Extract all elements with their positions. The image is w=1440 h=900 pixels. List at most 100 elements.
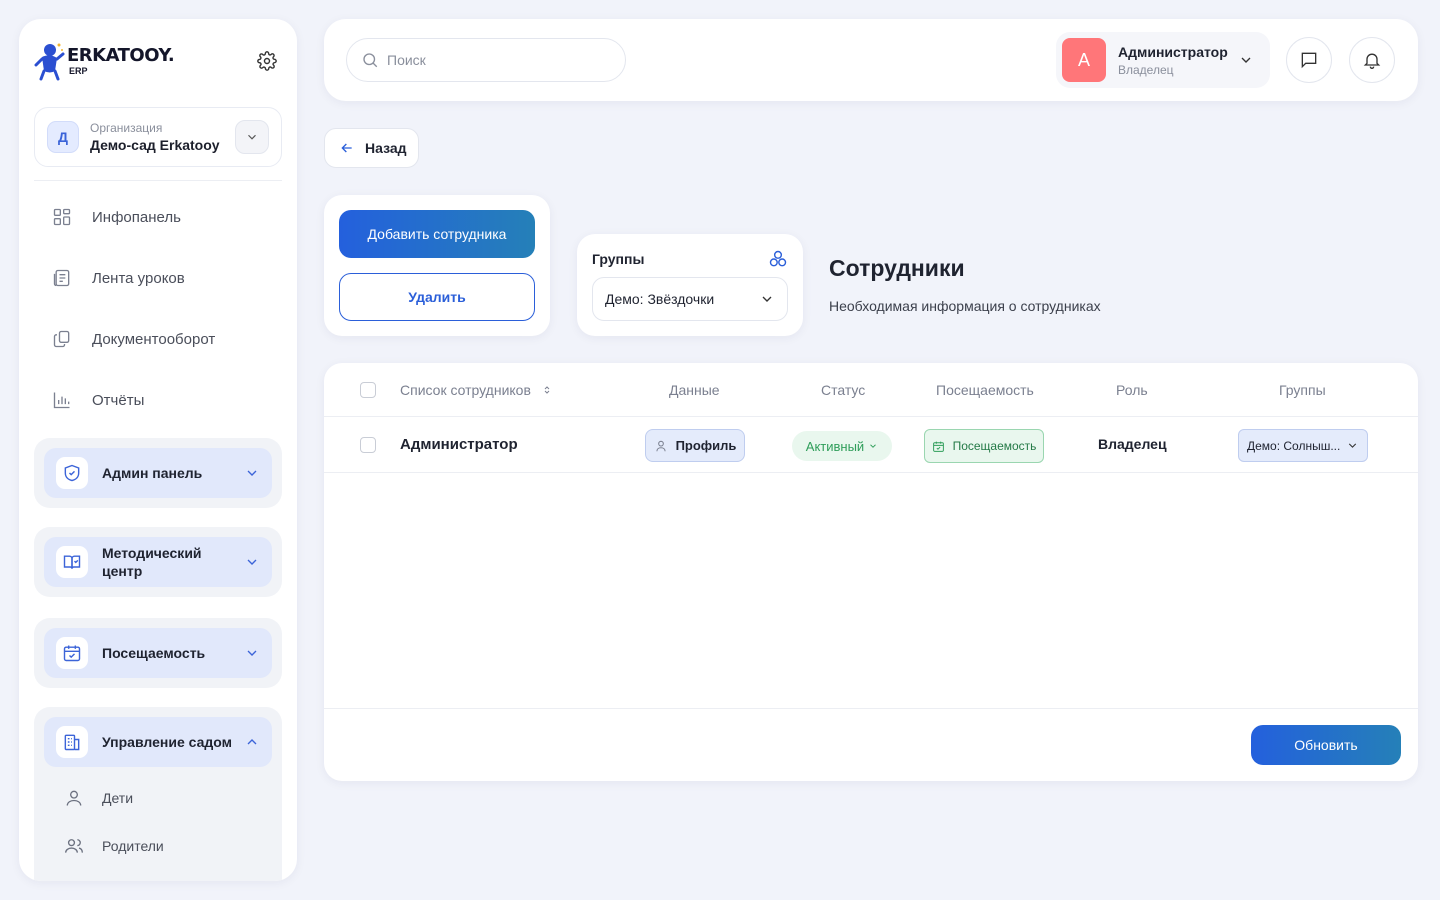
sidebar-subitem-parents[interactable]: Родители (44, 822, 272, 870)
column-header-data: Данные (669, 382, 720, 398)
sidebar-subitem-children[interactable]: Дети (44, 774, 272, 822)
chevron-up-icon (247, 739, 257, 745)
nav-item-lessons[interactable]: Лента уроков (52, 268, 185, 288)
group-header-management[interactable]: Управление садом (44, 717, 272, 767)
page-title: Сотрудники (829, 255, 965, 281)
top-bar: А Администратор Владелец (324, 19, 1418, 101)
sidebar: ERKATOOY. ERP Д Организация Демо-сад Erk… (19, 19, 297, 881)
column-header-role: Роль (1116, 382, 1148, 398)
group-header-methodical[interactable]: Методический центр (44, 537, 272, 587)
bell-icon (1363, 53, 1381, 69)
nav-label: Отчёты (92, 391, 145, 409)
organization-selector[interactable]: Д Организация Демо-сад Erkatooy (34, 107, 282, 167)
column-header-status: Статус (821, 382, 866, 398)
search-icon (363, 53, 378, 68)
arrow-left-icon (341, 143, 352, 153)
nav-label: Лента уроков (92, 269, 185, 287)
user-name: Администратор (1118, 43, 1228, 60)
sidebar-group-admin: Админ панель (34, 438, 282, 508)
employee-group-select[interactable]: Демо: Солныш... (1238, 429, 1368, 462)
org-label: Организация (90, 121, 163, 135)
grid-icon (53, 208, 71, 226)
nav-label: Документооборот (92, 330, 216, 348)
delete-button[interactable]: Удалить (339, 273, 535, 321)
table-footer-divider (324, 708, 1418, 709)
group-label: Посещаемость (102, 645, 206, 661)
org-avatar: Д (47, 121, 79, 153)
chevron-down-icon (247, 650, 257, 656)
column-header-attendance: Посещаемость (936, 382, 1034, 398)
group-label: Управление садом (102, 734, 232, 750)
column-header-label: Список сотрудников (400, 382, 531, 398)
select-all-checkbox[interactable] (360, 382, 376, 398)
nav-label: Инфопанель (92, 208, 181, 226)
chevron-down-icon (247, 559, 257, 565)
brand-name: ERKATOOY. (67, 44, 175, 66)
documents-icon (53, 330, 70, 348)
chevron-down-icon (762, 296, 772, 302)
group-select-value: Демо: Звёздочки (605, 291, 715, 307)
back-button[interactable]: Назад (324, 128, 419, 168)
search-box[interactable] (346, 38, 626, 82)
user-icon (655, 440, 666, 451)
brand-sub: ERP (69, 65, 88, 76)
group-header-admin[interactable]: Админ панель (44, 448, 272, 498)
employee-role: Владелец (1098, 436, 1167, 452)
row-checkbox[interactable] (360, 437, 376, 453)
groups-icon (769, 250, 787, 267)
sidebar-group-methodical: Методический центр (34, 527, 282, 597)
chevron-down-icon (248, 134, 256, 140)
profile-button[interactable]: Профиль (645, 429, 745, 462)
org-name: Демо-сад Erkatooy (90, 137, 220, 153)
shield-icon (64, 464, 80, 482)
back-label: Назад (365, 140, 407, 156)
lessons-icon (53, 269, 70, 287)
nav-item-documents[interactable]: Документооборот (52, 329, 215, 349)
attendance-label: Посещаемость (952, 439, 1037, 453)
chart-icon (53, 392, 70, 409)
logo[interactable]: ERKATOOY. ERP (33, 41, 175, 81)
employees-table: Список сотрудников Данные Статус Посещае… (324, 363, 1418, 781)
building-icon (64, 734, 80, 751)
group-select[interactable]: Демо: Звёздочки (592, 277, 788, 321)
add-employee-button[interactable]: Добавить сотрудника (339, 210, 535, 258)
notifications-button[interactable] (1349, 37, 1395, 83)
nav-item-reports[interactable]: Отчёты (52, 390, 144, 410)
avatar: А (1062, 38, 1106, 82)
group-header-attendance[interactable]: Посещаемость (44, 628, 272, 678)
gear-icon[interactable] (257, 51, 277, 71)
column-header-employees[interactable]: Список сотрудников (400, 382, 553, 398)
group-filter-card: Группы Демо: Звёздочки (577, 234, 803, 336)
sidebar-group-management: Управление садом Дети Родители (34, 707, 282, 881)
group-label: Админ панель (102, 465, 203, 481)
messages-button[interactable] (1286, 37, 1332, 83)
user-menu[interactable]: А Администратор Владелец (1056, 32, 1270, 88)
column-header-groups: Группы (1279, 382, 1326, 398)
employee-group-value: Демо: Солныш... (1247, 438, 1341, 453)
profile-label: Профиль (675, 438, 737, 453)
table-row: Администратор Профиль Активный Посещаемо… (324, 417, 1418, 473)
group-label: Методический центр (102, 545, 202, 579)
org-dropdown-button[interactable] (235, 120, 269, 154)
status-dropdown[interactable]: Активный (792, 431, 892, 461)
attendance-button[interactable]: Посещаемость (924, 429, 1044, 463)
sort-icon (544, 386, 550, 394)
sidebar-group-attendance: Посещаемость (34, 618, 282, 688)
actions-card: Добавить сотрудника Удалить (324, 195, 550, 336)
calendar-icon (63, 645, 81, 662)
chevron-down-icon (1348, 443, 1357, 448)
refresh-button[interactable]: Обновить (1251, 725, 1401, 765)
nav-item-dashboard[interactable]: Инфопанель (52, 207, 181, 227)
search-input[interactable] (387, 52, 607, 68)
user-icon (66, 790, 82, 806)
book-icon (63, 555, 81, 569)
subitem-label: Родители (102, 838, 164, 854)
chat-icon (1301, 52, 1317, 69)
employee-name: Администратор (400, 436, 518, 453)
page-subtitle: Необходимая информация о сотрудниках (829, 298, 1101, 314)
user-role: Владелец (1118, 62, 1174, 77)
users-icon (65, 839, 83, 853)
group-filter-title: Группы (592, 251, 645, 267)
calendar-icon (932, 441, 944, 452)
sidebar-divider (34, 180, 282, 181)
